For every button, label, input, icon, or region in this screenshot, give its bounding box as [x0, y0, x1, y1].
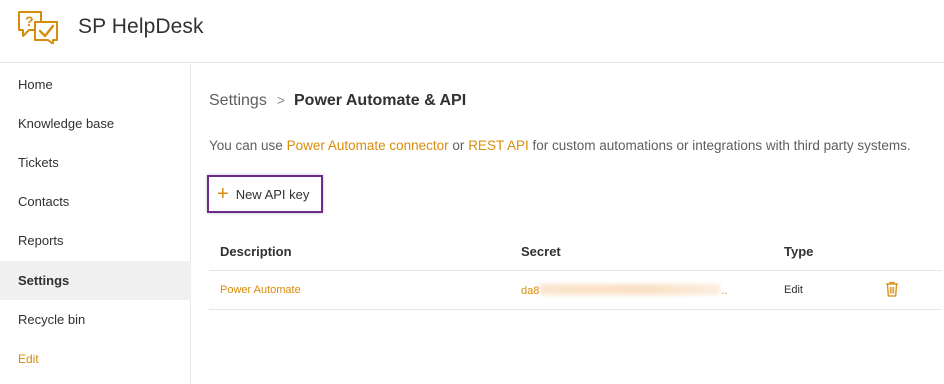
row-type: Edit: [784, 284, 803, 296]
sidebar-item-knowledge-base[interactable]: Knowledge base: [0, 104, 191, 143]
secret-prefix: da8: [521, 285, 540, 297]
new-api-key-button[interactable]: + New API key: [207, 175, 323, 213]
secret-suffix: ..: [721, 285, 728, 297]
sidebar-nav: Home Knowledge base Tickets Contacts Rep…: [0, 64, 191, 384]
plus-icon: +: [217, 183, 229, 205]
sidebar-item-reports[interactable]: Reports: [0, 221, 191, 260]
sidebar-item-settings[interactable]: Settings: [0, 261, 191, 300]
intro-text-part: You can use: [209, 138, 287, 153]
power-automate-connector-link[interactable]: Power Automate connector: [287, 138, 449, 153]
page-title: Power Automate & API: [294, 92, 467, 109]
app-header: ? SP HelpDesk: [0, 0, 944, 63]
sidebar-item-contacts[interactable]: Contacts: [0, 182, 191, 221]
rest-api-link[interactable]: REST API: [468, 138, 529, 153]
app-title: SP HelpDesk: [78, 15, 204, 38]
sidebar-item-recycle-bin[interactable]: Recycle bin: [0, 300, 191, 339]
table-header: Description Secret Type: [209, 233, 942, 271]
breadcrumb-parent[interactable]: Settings: [209, 92, 267, 109]
breadcrumb: Settings > Power Automate & API: [209, 92, 466, 110]
chevron-right-icon: >: [276, 92, 285, 108]
secret-redacted: [540, 284, 721, 295]
sidebar-edit-link[interactable]: Edit: [0, 340, 191, 379]
intro-text-part: or: [448, 138, 469, 153]
svg-text:?: ?: [25, 13, 34, 29]
sidebar-item-home[interactable]: Home: [0, 65, 191, 104]
row-secret: da8..: [521, 284, 727, 297]
table-row[interactable]: Power Automate da8.. Edit: [209, 271, 942, 310]
sidebar-item-tickets[interactable]: Tickets: [0, 143, 191, 182]
column-header-type[interactable]: Type: [784, 244, 813, 259]
trash-icon[interactable]: [885, 281, 899, 297]
api-keys-table: Description Secret Type Power Automate d…: [209, 233, 942, 310]
intro-text: You can use Power Automate connector or …: [209, 138, 911, 153]
intro-text-part: for custom automations or integrations w…: [528, 138, 911, 153]
new-api-key-label: New API key: [235, 186, 310, 202]
row-description[interactable]: Power Automate: [220, 284, 301, 296]
column-header-description[interactable]: Description: [220, 244, 292, 259]
column-header-secret[interactable]: Secret: [521, 244, 561, 259]
helpdesk-logo-icon: ?: [18, 11, 58, 44]
